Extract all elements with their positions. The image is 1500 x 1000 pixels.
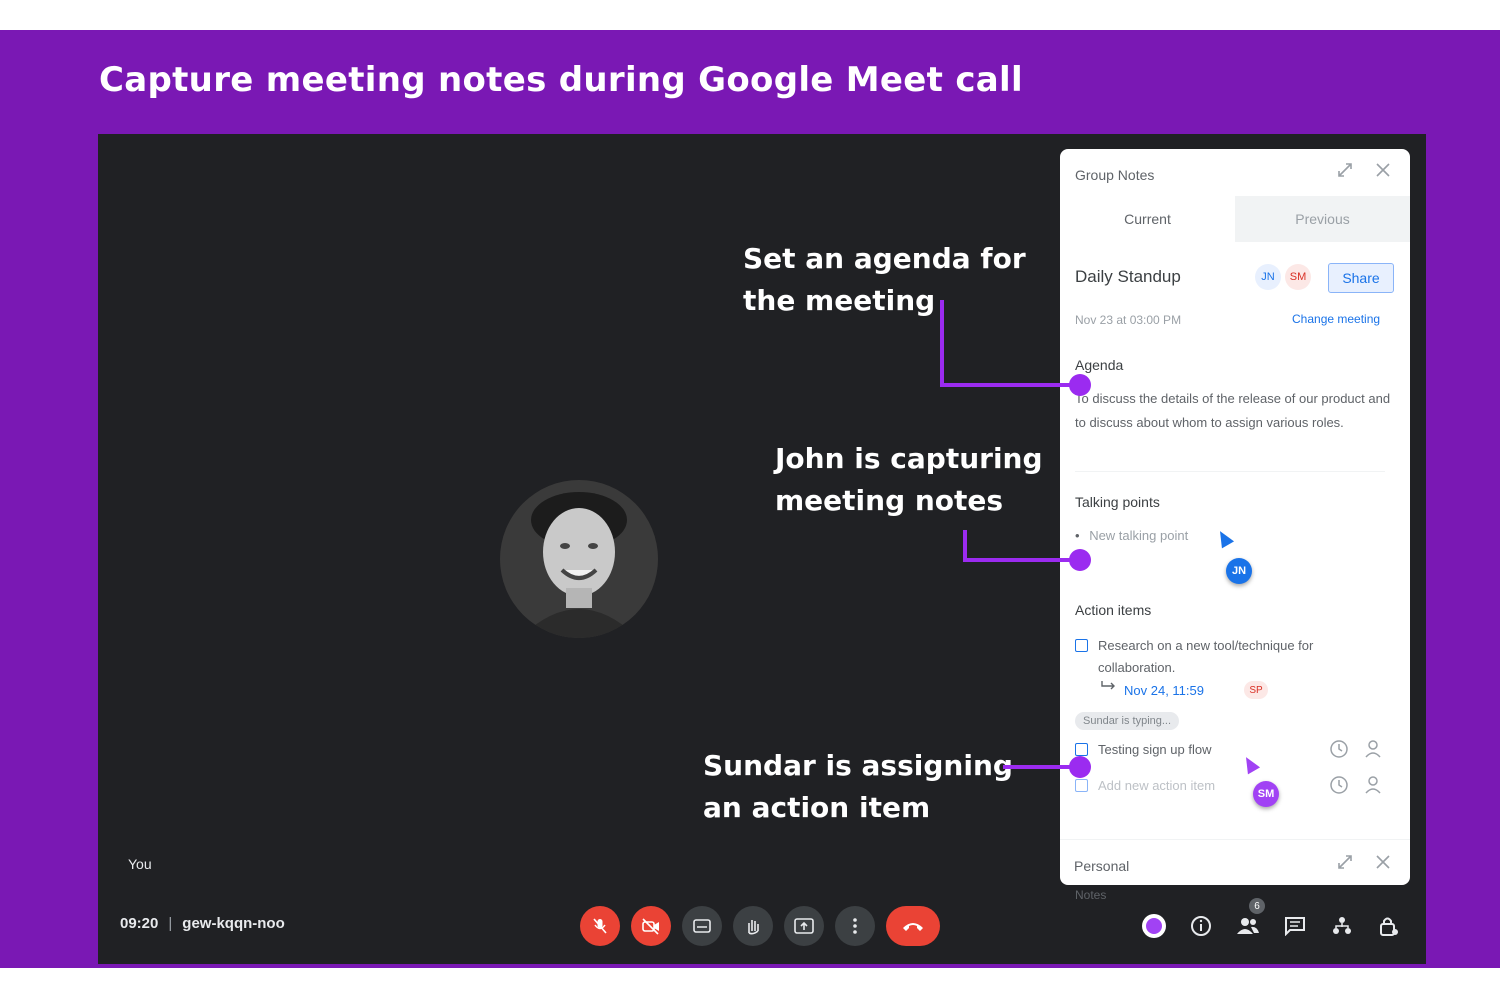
tab-previous[interactable]: Previous [1235,196,1410,242]
personal-title: Personal [1074,858,1130,874]
meet-side-controls: 6 [1138,898,1404,941]
agenda-text[interactable]: To discuss the details of the release of… [1075,387,1400,435]
callout-agenda-line1: Set an agenda for [743,242,1026,275]
group-notes-panel: Group Notes Current Previous Daily Stand… [1060,149,1410,885]
camera-off-icon[interactable] [631,906,671,946]
personal-notes-header: Personal [1060,839,1410,885]
action-item-text[interactable]: Research on a new tool/technique for col… [1098,635,1348,679]
callout-action: Sundar is assigning an action item [703,745,1013,829]
john-cursor-avatar: JN [1226,558,1252,584]
close-icon[interactable] [1375,162,1391,183]
callout-connector [940,383,1080,387]
chat-icon[interactable] [1279,910,1310,941]
captions-icon[interactable] [682,906,722,946]
typing-indicator: Sundar is typing... [1075,712,1180,730]
callout-connector [940,300,944,386]
tab-current[interactable]: Current [1060,196,1235,242]
callout-notes: John is capturing meeting notes [775,438,1043,522]
assign-person-icon[interactable] [1364,739,1382,764]
participant-avatar [500,480,658,638]
assign-person-icon[interactable] [1364,775,1382,800]
avatar: JN [1255,264,1281,290]
action-item-checkbox[interactable] [1075,639,1088,652]
call-controls [580,906,940,946]
action-item-checkbox[interactable] [1075,743,1088,756]
subdirectory-arrow-icon [1100,680,1116,695]
present-icon[interactable] [784,906,824,946]
info-icon[interactable] [1185,910,1216,941]
expand-icon[interactable] [1336,853,1354,876]
action-items-heading: Action items [1075,602,1152,618]
meeting-date: Nov 23 at 03:00 PM [1075,313,1182,327]
call-time: 09:20 [120,915,159,932]
callout-agenda: Set an agenda for the meeting [743,238,1026,322]
meeting-title: Daily Standup [1075,267,1181,286]
expand-icon[interactable] [1336,161,1354,184]
emoji-icon[interactable] [1138,910,1169,941]
self-label: You [128,856,152,872]
avatar: SM [1285,264,1311,290]
callout-notes-line2: meeting notes [775,484,1004,517]
sundar-cursor-avatar: SM [1253,781,1279,807]
callout-action-line1: Sundar is assigning [703,749,1013,782]
close-icon[interactable] [1375,854,1391,875]
action-item-checkbox[interactable] [1075,779,1088,792]
callout-connector [963,558,1080,562]
cursor-icon [1239,753,1261,775]
lock-icon[interactable] [1373,910,1404,941]
action-item-due-date[interactable]: Nov 24, 11:59 [1124,683,1204,698]
change-meeting-link[interactable]: Change meeting [1292,312,1380,326]
call-info: 09:20 | gew-kqqn-noo [120,915,285,932]
callout-agenda-line2: the meeting [743,284,936,317]
assignee-chip: SP [1244,681,1268,699]
participants-badge: 6 [1249,898,1265,914]
callout-dot [1069,549,1091,571]
clock-icon[interactable] [1329,775,1349,800]
people-icon[interactable]: 6 [1232,898,1265,941]
clock-icon[interactable] [1329,739,1349,764]
call-info-separator: | [168,915,173,932]
activities-icon[interactable] [1326,910,1357,941]
personal-notes-peek: Notes [1075,888,1107,902]
callout-dot [1069,756,1091,778]
callout-notes-line1: John is capturing [775,442,1043,475]
share-button[interactable]: Share [1328,263,1394,293]
panel-title: Group Notes [1075,167,1155,183]
meeting-code: gew-kqqn-noo [182,915,285,932]
headline: Capture meeting notes during Google Meet… [99,60,1023,100]
action-item-text[interactable]: Testing sign up flow [1098,739,1211,761]
talking-point-input[interactable]: • New talking point [1075,528,1188,543]
mic-off-icon[interactable] [580,906,620,946]
cursor-icon [1213,527,1235,549]
divider [1075,471,1385,472]
talking-point-placeholder: New talking point [1089,528,1189,543]
end-call-icon[interactable] [886,906,940,946]
action-item-placeholder[interactable]: Add new action item [1098,775,1215,797]
callout-dot [1069,374,1091,396]
agenda-heading: Agenda [1075,357,1124,373]
talking-points-heading: Talking points [1075,494,1160,510]
notes-tabs: Current Previous [1060,196,1410,242]
callout-action-line2: an action item [703,791,931,824]
bullet-icon: • [1075,528,1080,543]
more-icon[interactable] [835,906,875,946]
raise-hand-icon[interactable] [733,906,773,946]
